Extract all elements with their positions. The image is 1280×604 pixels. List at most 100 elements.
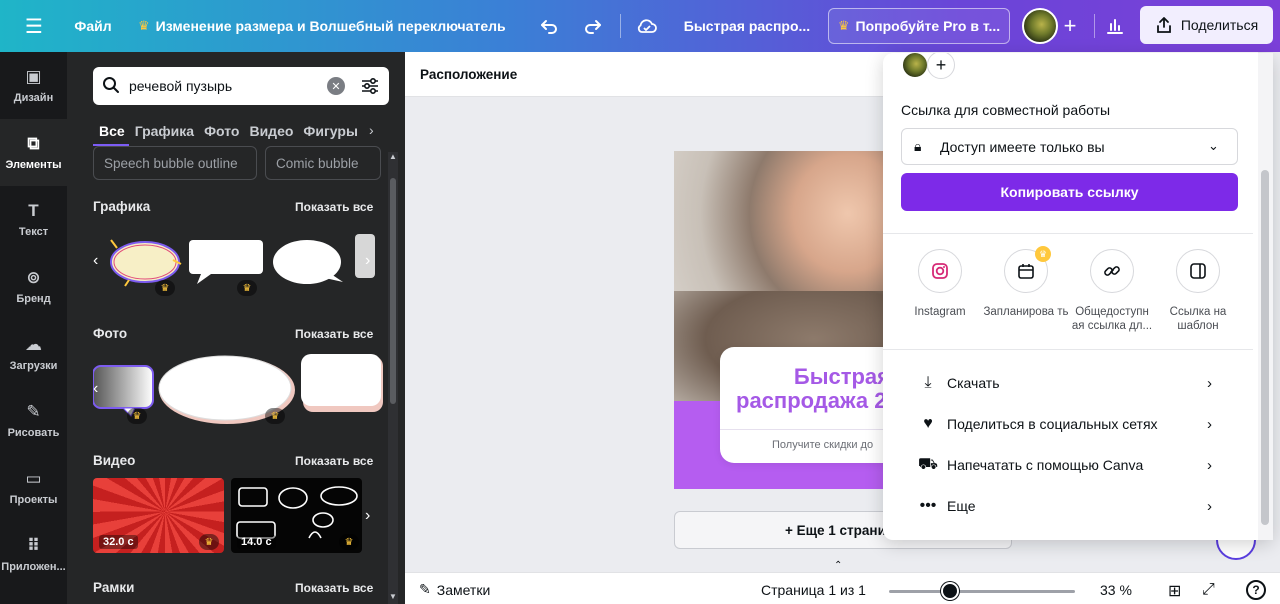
redo-button[interactable]: [576, 10, 610, 42]
uploads-icon: ☁: [25, 334, 42, 354]
rail-item-uploads[interactable]: ☁ Загрузки: [0, 320, 67, 387]
share-row-print[interactable]: ⛟ Напечатать с помощью Canva ›: [901, 445, 1241, 485]
video-duration: 14.0 с: [237, 535, 276, 549]
chevron-left-icon[interactable]: ‹: [93, 252, 98, 270]
crown-icon: ♛: [265, 408, 285, 424]
share-option-instagram[interactable]: Instagram: [897, 249, 983, 319]
download-icon: ⤓: [924, 374, 932, 391]
rail-item-elements[interactable]: ⧉ Элементы: [0, 119, 67, 186]
rail-item-text[interactable]: T Текст: [0, 186, 67, 253]
filter-icon[interactable]: [359, 75, 381, 97]
close-icon: ✕: [331, 80, 341, 93]
fullscreen-icon[interactable]: ⤢: [1202, 581, 1215, 599]
share-option-template-link[interactable]: Ссылка на шаблон: [1155, 249, 1241, 333]
rail-label: Текст: [18, 225, 49, 238]
scroll-down-icon[interactable]: ▼: [389, 592, 397, 601]
insights-button[interactable]: [1098, 8, 1132, 44]
clear-search-button[interactable]: ✕: [327, 77, 345, 95]
page-indicator[interactable]: Страница 1 из 1: [761, 582, 866, 598]
rail-item-apps[interactable]: ⠿ Приложен...: [0, 521, 67, 588]
resize-magic-switch[interactable]: ♛ Изменение размера и Волшебный переключ…: [128, 10, 516, 42]
draw-icon: ✎: [26, 401, 41, 421]
avatar: [901, 53, 929, 79]
video-thumbnail[interactable]: 32.0 с ♛: [93, 478, 224, 553]
rail-item-brand[interactable]: ⊚ Бренд: [0, 253, 67, 320]
video-thumbnail[interactable]: 14.0 с ♛: [231, 478, 362, 553]
notes-button[interactable]: ✎ Заметки: [419, 581, 490, 598]
document-name[interactable]: Быстрая распро...: [682, 10, 812, 42]
rail-label: Бренд: [16, 292, 51, 305]
help-icon[interactable]: ?: [1246, 580, 1266, 600]
add-people-button[interactable]: +: [927, 53, 955, 79]
position-button[interactable]: Расположение: [420, 67, 517, 82]
crown-icon: ♛: [199, 534, 219, 550]
share-button[interactable]: Поделиться: [1140, 6, 1273, 44]
zoom-level[interactable]: 33 %: [1100, 582, 1132, 598]
link-icon: [1090, 249, 1134, 293]
file-menu[interactable]: Файл: [62, 12, 124, 40]
share-row-social[interactable]: ♥ Поделиться в социальных сетях ›: [901, 404, 1241, 444]
rail-item-draw[interactable]: ✎ Рисовать: [0, 387, 67, 454]
search-icon: [103, 77, 119, 93]
show-all-link[interactable]: Показать все: [295, 327, 373, 341]
menu-button[interactable]: ☰: [14, 12, 54, 40]
tab-photos[interactable]: Фото: [198, 120, 243, 146]
more-icon: •••: [919, 497, 937, 514]
show-all-link[interactable]: Показать все: [295, 454, 373, 468]
chevron-right-icon[interactable]: ›: [369, 122, 374, 138]
chevron-left-icon[interactable]: ‹: [93, 380, 98, 398]
rail-label: Загрузки: [9, 359, 58, 372]
instagram-icon: [918, 249, 962, 293]
share-label: Поделиться: [1180, 17, 1259, 33]
suggestion-chip[interactable]: Comic bubble: [265, 146, 381, 180]
crown-icon: ♛: [155, 280, 175, 296]
zoom-slider[interactable]: [889, 590, 1075, 593]
undo-icon: [541, 20, 557, 34]
tab-shapes[interactable]: Фигуры: [297, 120, 362, 146]
try-pro-button[interactable]: ♛ Попробуйте Pro в т...: [828, 8, 1010, 44]
rail-label: Проекты: [9, 493, 58, 506]
chevron-right-icon[interactable]: ›: [365, 252, 370, 270]
add-collaborator-button[interactable]: +: [1054, 8, 1086, 44]
suggestion-chip[interactable]: Speech bubble outline: [93, 146, 257, 180]
search-input[interactable]: [129, 76, 309, 96]
tab-videos[interactable]: Видео: [243, 120, 297, 146]
calendar-icon: ♛: [1004, 246, 1051, 293]
zoom-slider-handle[interactable]: [941, 582, 959, 600]
card-subtitle: Получите скидки до: [772, 439, 874, 451]
save-status-button[interactable]: [630, 10, 664, 42]
rail-item-projects[interactable]: ▭ Проекты: [0, 454, 67, 521]
scroll-up-icon[interactable]: ▲: [389, 152, 397, 161]
show-all-link[interactable]: Показать все: [295, 581, 373, 595]
show-all-link[interactable]: Показать все: [295, 200, 373, 214]
rail-item-design[interactable]: ▣ Дизайн: [0, 52, 67, 119]
chevron-down-icon: ⌄: [1208, 138, 1219, 153]
divider: [883, 349, 1253, 350]
share-option-public-link[interactable]: Общедоступн ая ссылка дл...: [1069, 249, 1155, 333]
share-row-more[interactable]: ••• Еще ›: [901, 486, 1241, 526]
rail-label: Дизайн: [13, 91, 54, 104]
dropdown-scroll-thumb[interactable]: [1261, 170, 1269, 525]
access-select[interactable]: 🔒︎ Доступ имеете только вы ⌄: [901, 128, 1238, 165]
share-row-download[interactable]: ⤓ Скачать ›: [901, 363, 1241, 403]
option-label: Instagram: [914, 306, 966, 318]
undo-button[interactable]: [532, 10, 566, 42]
avatar[interactable]: [1022, 8, 1058, 44]
share-icon: [1156, 17, 1171, 33]
crown-icon: ♛: [1035, 246, 1051, 262]
plus-icon: +: [935, 54, 947, 75]
share-option-schedule[interactable]: ♛ Запланирова ть: [983, 246, 1069, 319]
tab-all[interactable]: Все: [93, 120, 129, 146]
row-label: Еще: [947, 498, 976, 514]
left-rail: ▣ Дизайн ⧉ Элементы T Текст ⊚ Бренд ☁ За…: [0, 52, 67, 604]
grid-view-icon[interactable]: ⊞: [1168, 581, 1181, 601]
redo-icon: [585, 20, 601, 34]
panel-scroll-thumb[interactable]: [390, 178, 396, 404]
chevron-right-icon[interactable]: ›: [365, 380, 370, 398]
copy-link-button[interactable]: Копировать ссылку: [901, 173, 1238, 211]
rail-label: Рисовать: [7, 426, 60, 439]
tab-graphics[interactable]: Графика: [129, 120, 198, 146]
chevron-right-icon[interactable]: ›: [365, 507, 370, 525]
brand-icon: ⊚: [26, 267, 41, 287]
chevron-up-icon[interactable]: ⌃: [834, 560, 842, 571]
